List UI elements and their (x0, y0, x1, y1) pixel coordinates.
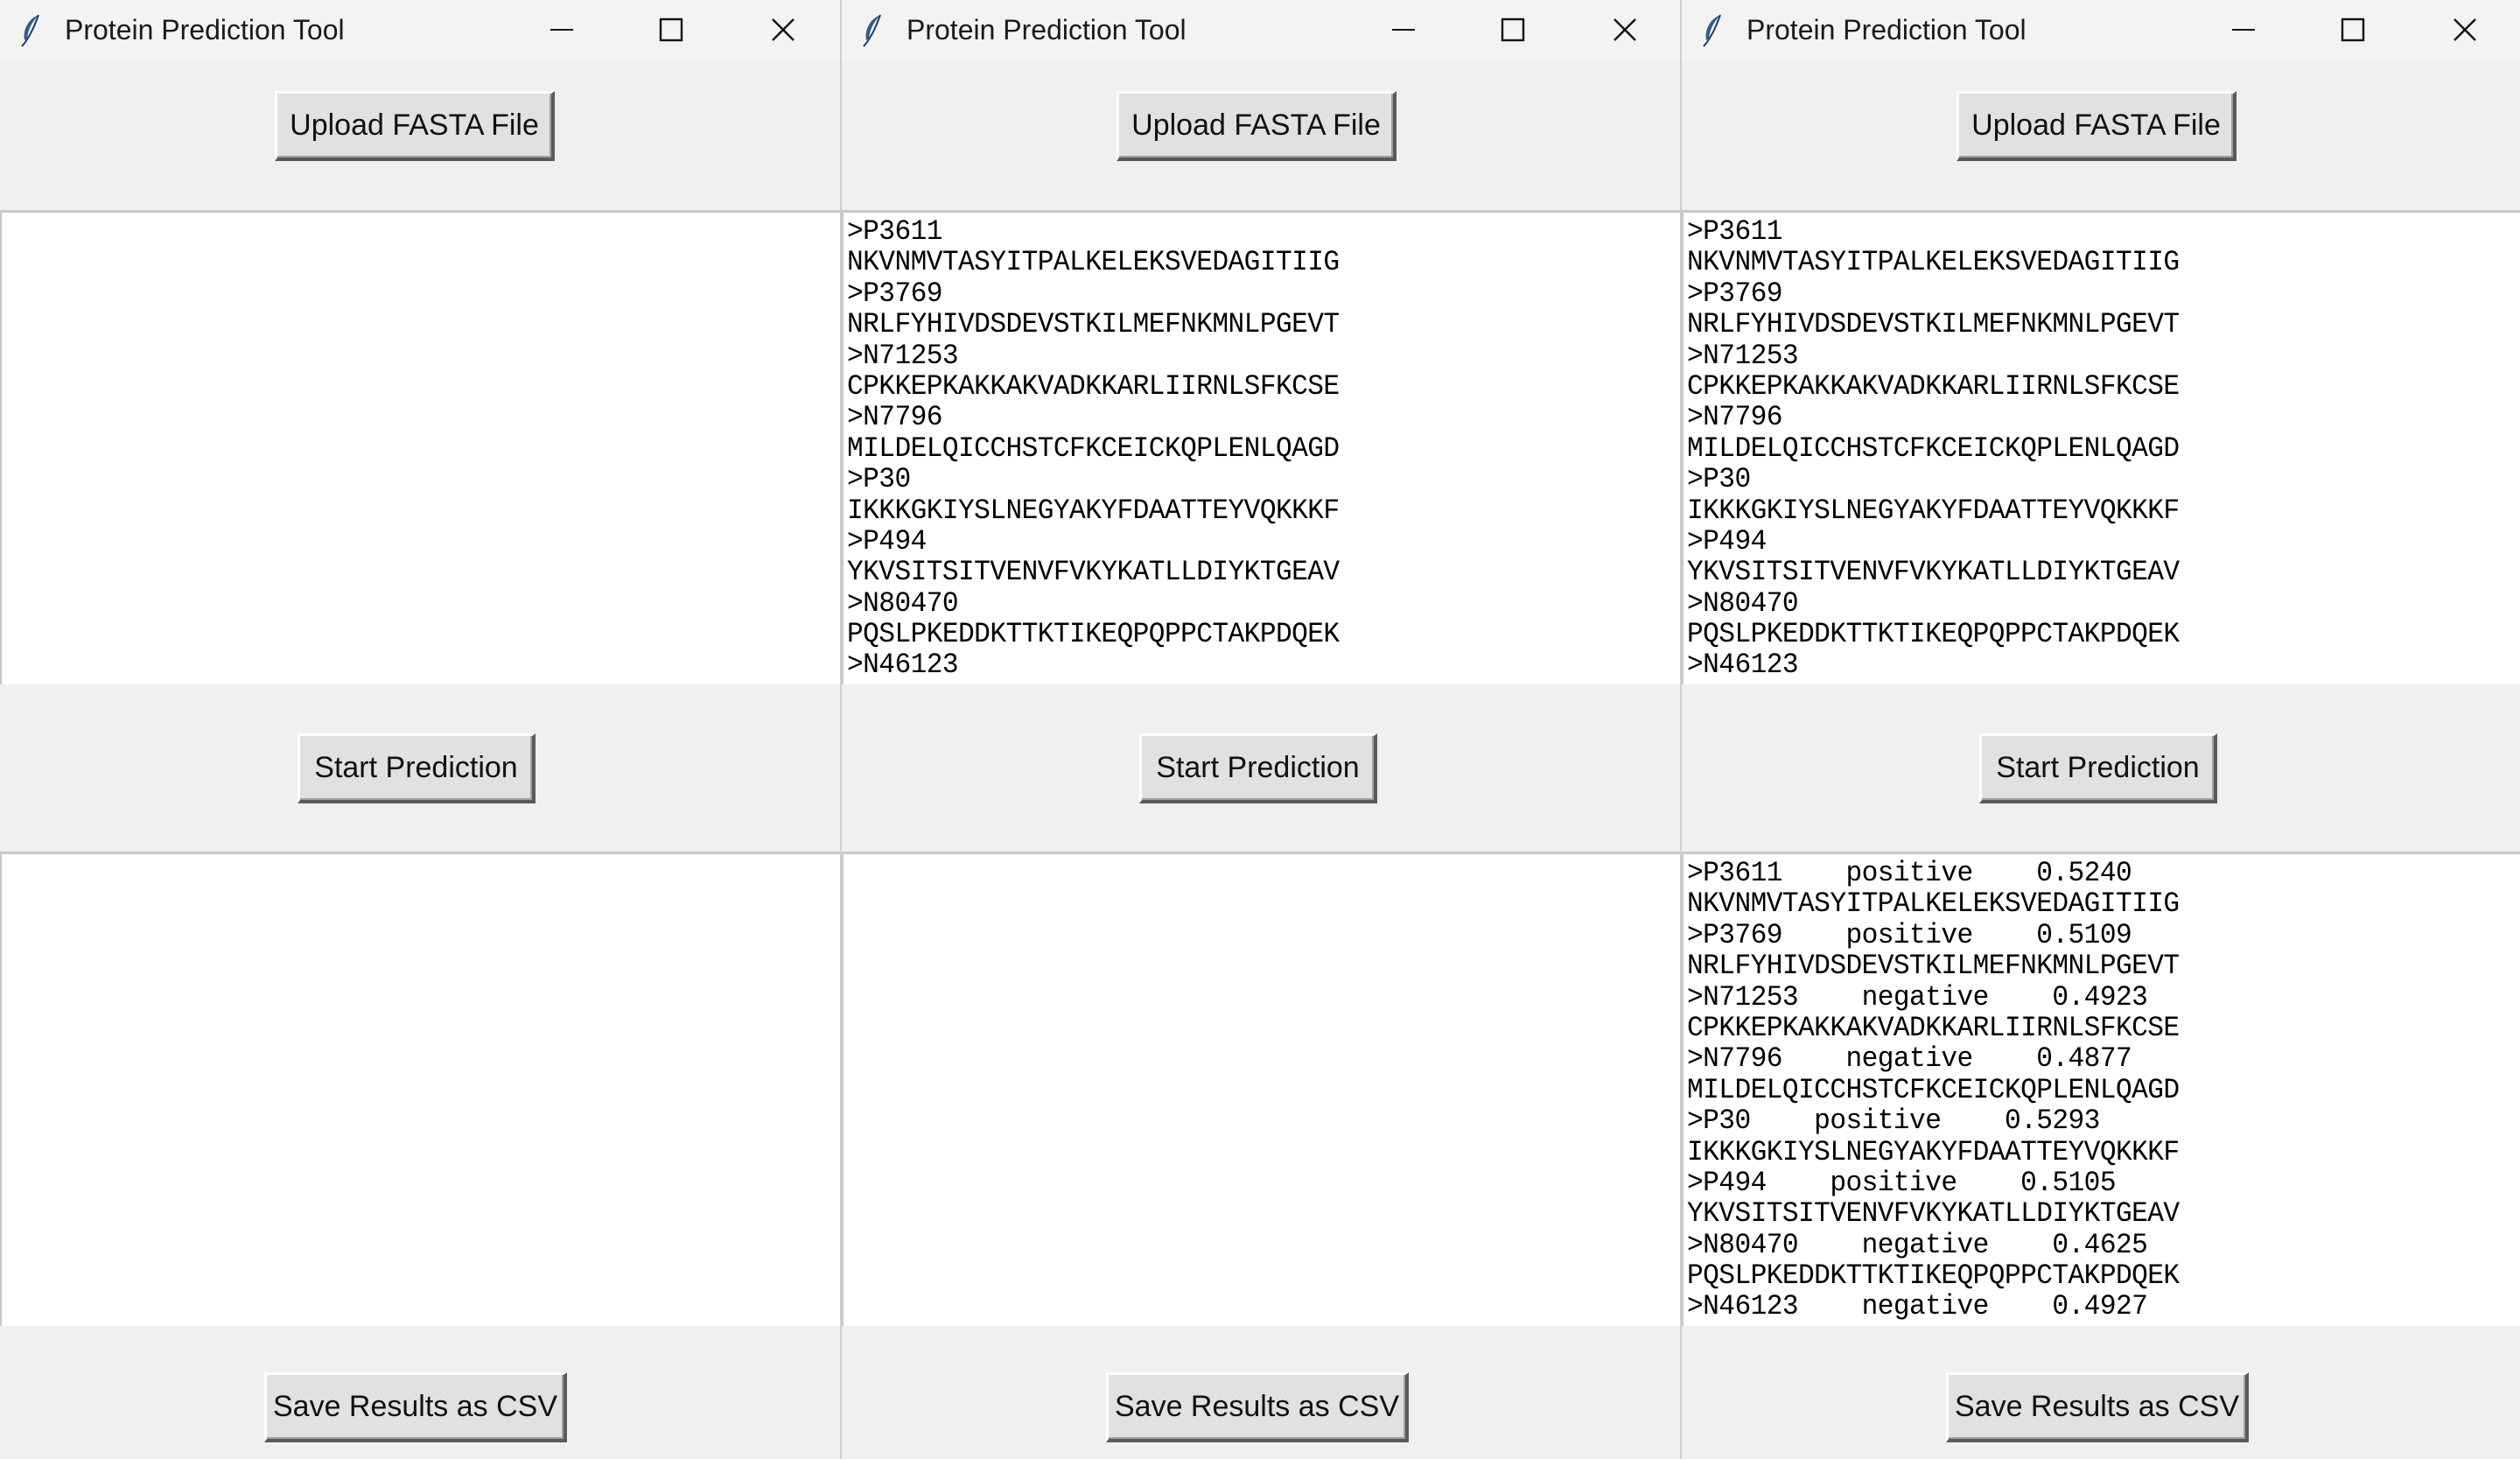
text-line: >N71253 (847, 339, 959, 372)
text-line: >P3769 (847, 277, 942, 310)
title-bar[interactable]: Protein Prediction Tool (1682, 0, 2520, 60)
text-line: YKVSITSITVENVFVKYKATLLDIYKTGEAV (1687, 556, 2180, 589)
sequence-input-textarea[interactable] (0, 210, 840, 684)
text-line: NKVNMVTASYITPALKELEKSVEDAGITIIG (847, 246, 1340, 279)
text-line: NKVNMVTASYITPALKELEKSVEDAGITIIG (1687, 246, 2180, 279)
text-line: >P3611 (1687, 215, 1782, 248)
minimize-button[interactable] (1364, 7, 1443, 53)
text-line: >P494 (847, 524, 927, 558)
upload-fasta-button[interactable]: Upload FASTA File (275, 91, 555, 161)
text-line: >P30 (847, 463, 911, 496)
app-window-2: Protein Prediction Tool Upload FASTA Fil… (840, 0, 1680, 1459)
text-line: IKKKGKIYSLNEGYAKYFDAATTEYVQKKKF (847, 494, 1340, 527)
start-prediction-button[interactable]: Start Prediction (1139, 733, 1377, 803)
text-line: >P3611 (847, 215, 942, 248)
results-output-textarea[interactable]: >P3611 positive 0.5240 NKVNMVTASYITPALKEL… (1682, 852, 2520, 1326)
sequence-input-textarea[interactable]: >P3611 NKVNMVTASYITPALKELEKSVEDAGITIIG >P3… (842, 210, 1680, 684)
minimize-icon (550, 29, 573, 31)
upload-fasta-button[interactable]: Upload FASTA File (1116, 91, 1396, 161)
close-button[interactable] (2426, 7, 2504, 53)
text-line: IKKKGKIYSLNEGYAKYFDAATTEYVQKKKF (1687, 1135, 2180, 1168)
text-line: IKKKGKIYSLNEGYAKYFDAATTEYVQKKKF (1687, 494, 2180, 527)
maximize-icon (2341, 18, 2365, 42)
text-line: >N46123 (847, 649, 959, 682)
text-line: >P30 positive 0.5293 (1687, 1105, 2100, 1138)
text-line: NRLFYHIVDSDEVSTKILMEFNKMNLPGEVT (1687, 950, 2180, 983)
text-line: >N7796 (1687, 401, 1782, 434)
text-line: YKVSITSITVENVFVKYKATLLDIYKTGEAV (1687, 1197, 2180, 1231)
text-line: NRLFYHIVDSDEVSTKILMEFNKMNLPGEVT (847, 308, 1340, 341)
text-line: NKVNMVTASYITPALKELEKSVEDAGITIIG (1687, 887, 2180, 921)
minimize-button[interactable] (2204, 7, 2283, 53)
text-line: >P30 (1687, 463, 1751, 496)
window-title: Protein Prediction Tool (906, 14, 1186, 46)
minimize-icon (2232, 29, 2255, 31)
text-line: PQSLPKEDDKTTKTIKEQPQPPCTAKPDQEK (847, 618, 1340, 651)
maximize-button[interactable] (632, 7, 710, 53)
text-line: >N7796 negative 0.4877 (1687, 1042, 2132, 1076)
output-lines: >P3611 positive 0.5240 NKVNMVTASYITPALKEL… (1687, 858, 2443, 1322)
close-icon (772, 18, 794, 41)
input-lines: >P3611 NKVNMVTASYITPALKELEKSVEDAGITIIG >P3… (847, 216, 1603, 681)
feather-icon (21, 14, 39, 47)
title-bar[interactable]: Protein Prediction Tool (842, 0, 1680, 60)
text-line: CPKKEPKAKKAKVADKKARLIIRNLSFKCSE (847, 369, 1340, 403)
text-line: MILDELQICCHSTCFKCEICKQPLENLQAGD (1687, 431, 2180, 465)
text-line: YKVSITSITVENVFVKYKATLLDIYKTGEAV (847, 556, 1340, 589)
text-line: >N71253 negative 0.4923 (1687, 980, 2148, 1014)
results-output-textarea[interactable] (0, 852, 840, 1326)
input-lines: >P3611 NKVNMVTASYITPALKELEKSVEDAGITIIG >P3… (1687, 216, 2443, 681)
title-bar[interactable]: Protein Prediction Tool (0, 0, 840, 60)
save-csv-button[interactable]: Save Results as CSV (264, 1372, 567, 1442)
text-line: >N80470 (847, 586, 959, 620)
window-title: Protein Prediction Tool (1746, 14, 2026, 46)
text-line: >N46123 negative 0.4927 (1687, 1290, 2148, 1323)
text-line: >P3611 positive 0.5240 (1687, 857, 2132, 889)
minimize-icon (1392, 29, 1415, 31)
save-csv-button[interactable]: Save Results as CSV (1106, 1372, 1409, 1442)
maximize-icon (1501, 18, 1525, 42)
upload-fasta-button[interactable]: Upload FASTA File (1956, 91, 2236, 161)
text-line: >N71253 (1687, 339, 1799, 372)
text-line: NRLFYHIVDSDEVSTKILMEFNKMNLPGEVT (1687, 308, 2180, 341)
maximize-button[interactable] (1474, 7, 1552, 53)
text-line: PQSLPKEDDKTTKTIKEQPQPPCTAKPDQEK (1687, 618, 2180, 651)
window-title: Protein Prediction Tool (65, 14, 345, 46)
maximize-icon (659, 18, 683, 42)
text-line: CPKKEPKAKKAKVADKKARLIIRNLSFKCSE (1687, 369, 2180, 403)
start-prediction-button[interactable]: Start Prediction (298, 733, 536, 803)
feather-icon (863, 14, 881, 47)
text-line: MILDELQICCHSTCFKCEICKQPLENLQAGD (1687, 1073, 2180, 1106)
close-button[interactable] (1586, 7, 1664, 53)
text-line: >N80470 negative 0.4625 (1687, 1228, 2148, 1261)
text-line: MILDELQICCHSTCFKCEICKQPLENLQAGD (847, 431, 1340, 465)
close-button[interactable] (744, 7, 822, 53)
text-line: >P494 (1687, 524, 1767, 558)
sequence-input-textarea[interactable]: >P3611 NKVNMVTASYITPALKELEKSVEDAGITIIG >P3… (1682, 210, 2520, 684)
text-line: >P494 positive 0.5105 (1687, 1166, 2117, 1199)
feather-icon (1703, 14, 1721, 47)
text-line: PQSLPKEDDKTTKTIKEQPQPPCTAKPDQEK (1687, 1259, 2180, 1293)
app-window-3: Protein Prediction Tool Upload FASTA Fil… (1680, 0, 2520, 1459)
text-line: CPKKEPKAKKAKVADKKARLIIRNLSFKCSE (1687, 1011, 2180, 1044)
text-line: >P3769 positive 0.5109 (1687, 918, 2132, 951)
minimize-button[interactable] (522, 7, 601, 53)
text-line: >P3769 (1687, 277, 1782, 310)
start-prediction-button[interactable]: Start Prediction (1979, 733, 2217, 803)
close-icon (2454, 18, 2476, 41)
maximize-button[interactable] (2314, 7, 2392, 53)
results-output-textarea[interactable] (842, 852, 1680, 1326)
app-window-1: Protein Prediction Tool Upload FASTA Fil… (0, 0, 840, 1459)
save-csv-button[interactable]: Save Results as CSV (1946, 1372, 2249, 1442)
text-line: >N7796 (847, 401, 942, 434)
close-icon (1614, 18, 1636, 41)
text-line: >N46123 (1687, 649, 1799, 682)
text-line: >N80470 (1687, 586, 1799, 620)
